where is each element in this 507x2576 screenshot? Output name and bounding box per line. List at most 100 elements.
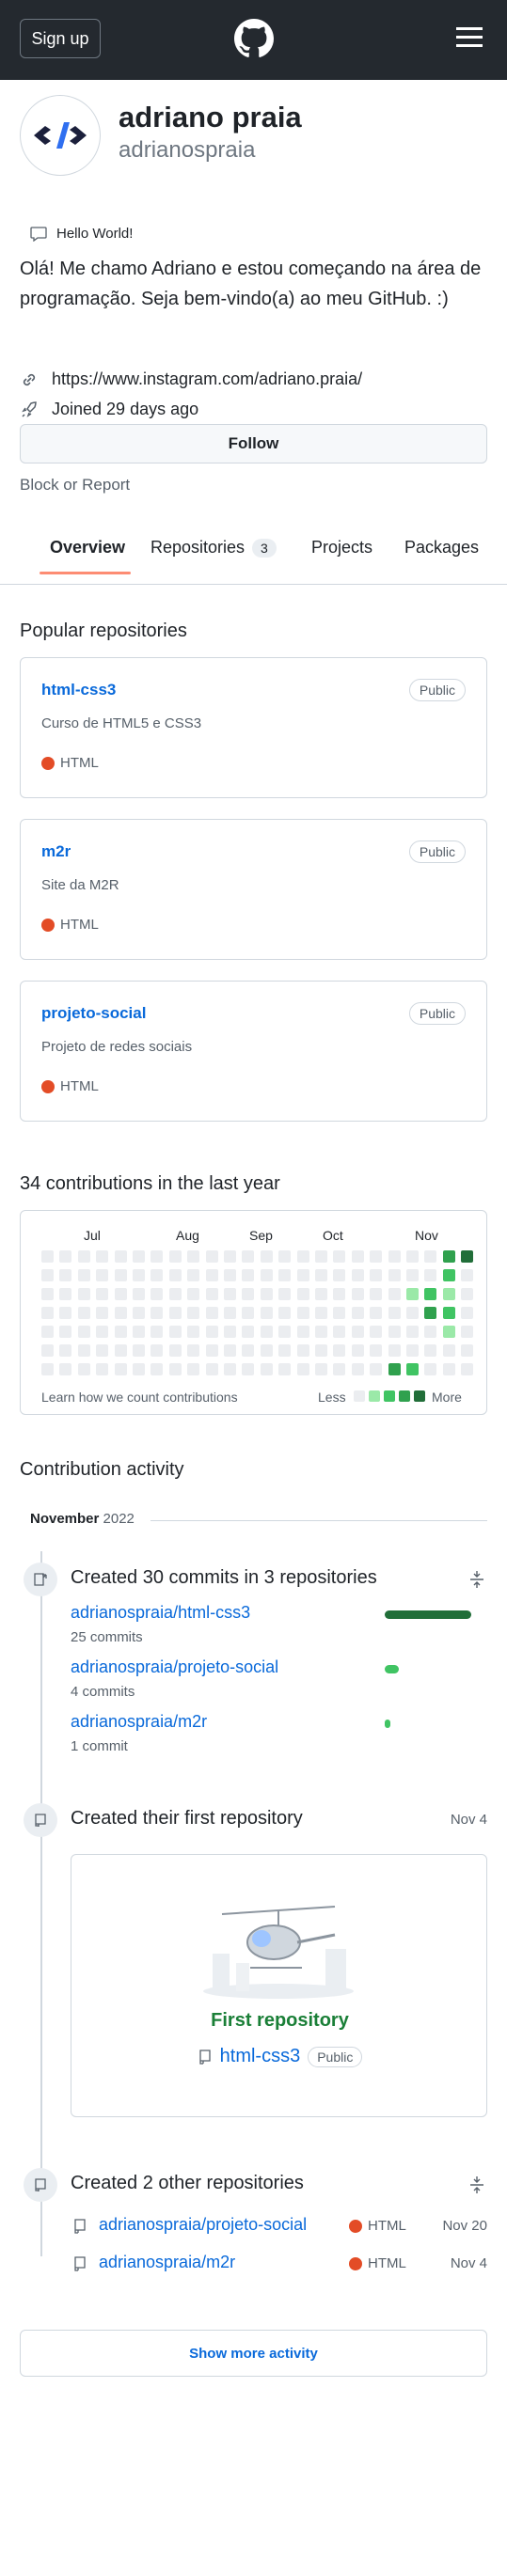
contribution-cell[interactable] — [296, 1269, 309, 1281]
contribution-cell[interactable] — [205, 1326, 218, 1338]
contribution-cell[interactable] — [351, 1344, 364, 1357]
contribution-cell[interactable] — [59, 1344, 72, 1357]
contribution-cell[interactable] — [151, 1326, 164, 1338]
github-logo-icon[interactable] — [234, 19, 274, 58]
contribution-cell[interactable] — [278, 1250, 292, 1263]
contribution-cell[interactable] — [315, 1363, 327, 1375]
contribution-cell[interactable] — [77, 1326, 90, 1338]
contribution-cell[interactable] — [151, 1344, 164, 1357]
contribution-cell[interactable] — [333, 1344, 346, 1357]
contribution-cell[interactable] — [96, 1326, 109, 1338]
other-repo-link[interactable]: adrianospraia/projeto-social — [99, 2215, 307, 2235]
contribution-cell[interactable] — [96, 1344, 109, 1357]
contribution-cell[interactable] — [77, 1363, 90, 1375]
contribution-cell[interactable] — [406, 1326, 419, 1338]
contribution-cell[interactable] — [168, 1288, 182, 1300]
contribution-cell[interactable] — [59, 1307, 72, 1319]
contribution-cell[interactable] — [187, 1288, 200, 1300]
contribution-cell[interactable] — [406, 1269, 419, 1281]
contribution-cell[interactable] — [114, 1344, 127, 1357]
contribution-cell[interactable] — [461, 1250, 474, 1263]
contribution-cell[interactable] — [333, 1250, 346, 1263]
contribution-cell[interactable] — [278, 1269, 292, 1281]
contribution-cell[interactable] — [351, 1250, 364, 1263]
contribution-cell[interactable] — [296, 1326, 309, 1338]
follow-button[interactable]: Follow — [20, 424, 487, 463]
user-status[interactable]: Hello World! — [30, 226, 133, 242]
contribution-cell[interactable] — [205, 1307, 218, 1319]
contribution-cell[interactable] — [278, 1307, 292, 1319]
contribution-cell[interactable] — [388, 1288, 401, 1300]
contribution-cell[interactable] — [187, 1269, 200, 1281]
contribution-cell[interactable] — [370, 1269, 383, 1281]
contribution-cell[interactable] — [370, 1363, 383, 1375]
contribution-cell[interactable] — [315, 1288, 327, 1300]
contribution-cell[interactable] — [77, 1288, 90, 1300]
contribution-cell[interactable] — [333, 1307, 346, 1319]
contribution-cell[interactable] — [424, 1269, 437, 1281]
contribution-cell[interactable] — [168, 1250, 182, 1263]
contribution-cell[interactable] — [41, 1307, 54, 1319]
contribution-cell[interactable] — [151, 1363, 164, 1375]
contribution-cell[interactable] — [41, 1363, 54, 1375]
repo-name-link[interactable]: projeto-social — [41, 1004, 146, 1023]
contribution-cell[interactable] — [242, 1288, 255, 1300]
contribution-cell[interactable] — [333, 1269, 346, 1281]
contribution-cell[interactable] — [187, 1250, 200, 1263]
contribution-cell[interactable] — [242, 1307, 255, 1319]
contribution-cell[interactable] — [59, 1288, 72, 1300]
contribution-cell[interactable] — [187, 1326, 200, 1338]
contribution-cell[interactable] — [205, 1344, 218, 1357]
tab-packages[interactable]: Packages — [404, 538, 479, 558]
contribution-cell[interactable] — [41, 1344, 54, 1357]
contribution-cell[interactable] — [133, 1344, 145, 1357]
contribution-cell[interactable] — [442, 1288, 455, 1300]
contribution-cell[interactable] — [224, 1269, 236, 1281]
other-repo-link[interactable]: adrianospraia/m2r — [99, 2253, 235, 2272]
contribution-cell[interactable] — [406, 1307, 419, 1319]
contribution-cell[interactable] — [242, 1344, 255, 1357]
contribution-cell[interactable] — [351, 1269, 364, 1281]
contribution-cell[interactable] — [187, 1344, 200, 1357]
contribution-cell[interactable] — [370, 1344, 383, 1357]
contribution-cell[interactable] — [133, 1363, 145, 1375]
contribution-cell[interactable] — [96, 1269, 109, 1281]
contribution-cell[interactable] — [442, 1269, 455, 1281]
contribution-cell[interactable] — [168, 1344, 182, 1357]
contribution-cell[interactable] — [242, 1326, 255, 1338]
contribution-cell[interactable] — [77, 1250, 90, 1263]
contribution-cell[interactable] — [59, 1250, 72, 1263]
contribution-cell[interactable] — [315, 1344, 327, 1357]
contribution-cell[interactable] — [278, 1363, 292, 1375]
contribution-cell[interactable] — [205, 1363, 218, 1375]
contribution-cell[interactable] — [41, 1326, 54, 1338]
contribution-cell[interactable] — [315, 1250, 327, 1263]
contribution-cell[interactable] — [114, 1288, 127, 1300]
contribution-cell[interactable] — [315, 1307, 327, 1319]
show-more-activity-button[interactable]: Show more activity — [20, 2330, 487, 2377]
contribution-cell[interactable] — [424, 1288, 437, 1300]
fold-icon[interactable] — [468, 2175, 485, 2194]
contribution-cell[interactable] — [424, 1326, 437, 1338]
contribution-cell[interactable] — [296, 1344, 309, 1357]
contribution-cell[interactable] — [77, 1344, 90, 1357]
contribution-cell[interactable] — [224, 1288, 236, 1300]
contribution-cell[interactable] — [461, 1363, 474, 1375]
contribution-cell[interactable] — [388, 1344, 401, 1357]
contribution-cell[interactable] — [41, 1269, 54, 1281]
contribution-cell[interactable] — [151, 1269, 164, 1281]
first-repo-link[interactable]: html-css3 — [220, 2046, 301, 2067]
avatar[interactable] — [20, 95, 101, 176]
contribution-cell[interactable] — [442, 1250, 455, 1263]
tab-repositories[interactable]: Repositories 3 — [151, 538, 277, 558]
contribution-cell[interactable] — [388, 1363, 401, 1375]
contribution-cell[interactable] — [388, 1250, 401, 1263]
contribution-cell[interactable] — [406, 1344, 419, 1357]
contribution-cell[interactable] — [260, 1288, 273, 1300]
contribution-cell[interactable] — [370, 1288, 383, 1300]
contribution-cell[interactable] — [224, 1344, 236, 1357]
contribution-cell[interactable] — [351, 1363, 364, 1375]
commit-repo-link[interactable]: adrianospraia/html-css3 — [71, 1603, 250, 1623]
contribution-cell[interactable] — [242, 1269, 255, 1281]
sign-up-button[interactable]: Sign up — [20, 19, 101, 58]
